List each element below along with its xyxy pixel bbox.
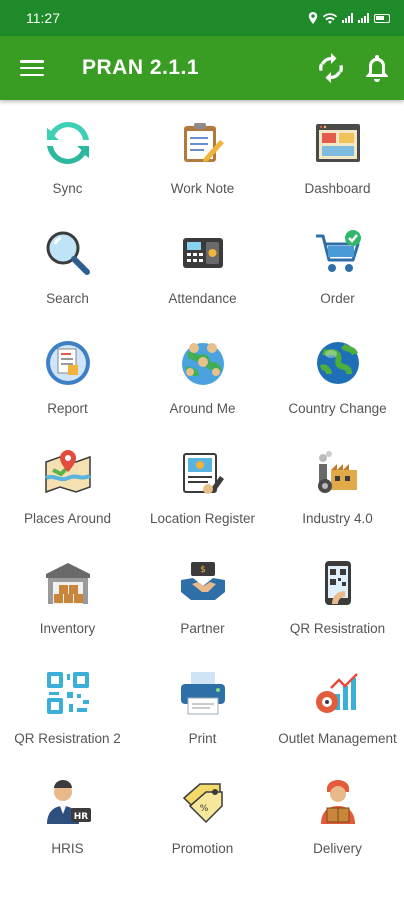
- hamburger-menu-icon[interactable]: [20, 58, 44, 78]
- svg-text:HR: HR: [73, 812, 88, 822]
- tile-label: Dashboard: [304, 181, 371, 196]
- hris-person-icon: HR: [43, 778, 93, 828]
- tile-label: Location Register: [149, 511, 256, 526]
- tile-search[interactable]: Search: [0, 218, 135, 328]
- report-icon: [43, 338, 93, 388]
- tile-inventory[interactable]: Inventory: [0, 548, 135, 658]
- app-bar: PRAN 2.1.1: [0, 36, 404, 100]
- printer-icon: [178, 668, 228, 718]
- tile-label: Work Note: [170, 181, 235, 196]
- sync-icon: [43, 118, 93, 168]
- tile-label: Search: [46, 291, 89, 306]
- tile-partner[interactable]: $ Partner: [135, 548, 270, 658]
- location-icon: [308, 12, 318, 24]
- tile-report[interactable]: Report: [0, 328, 135, 438]
- signal-icon: [342, 13, 353, 23]
- tile-label: HRIS: [51, 841, 84, 856]
- outlet-management-icon: [313, 668, 363, 718]
- status-bar: 11:27: [0, 0, 404, 36]
- tile-qr-registration-2[interactable]: QR Resistration 2: [0, 658, 135, 768]
- promotion-tag-icon: %: [178, 778, 228, 828]
- status-time: 11:27: [26, 10, 60, 26]
- qr-phone-icon: [313, 558, 363, 608]
- tile-hris[interactable]: HR HRIS: [0, 768, 135, 878]
- tile-location-register[interactable]: Location Register: [135, 438, 270, 548]
- tile-label: QR Resistration: [289, 621, 386, 636]
- qr-code-icon: [43, 668, 93, 718]
- tile-label: Report: [47, 401, 88, 416]
- search-icon: [43, 228, 93, 278]
- partner-handshake-icon: $: [178, 558, 228, 608]
- tile-places-around[interactable]: Places Around: [0, 438, 135, 548]
- status-icons: [308, 12, 390, 24]
- bell-icon: [366, 55, 388, 82]
- tile-label: Delivery: [313, 841, 362, 856]
- tile-print[interactable]: Print: [135, 658, 270, 768]
- tile-label: QR Resistration 2: [14, 731, 121, 746]
- map-pin-icon: [43, 448, 93, 498]
- tile-country-change[interactable]: Country Change: [270, 328, 404, 438]
- around-me-globe-icon: [178, 338, 228, 388]
- svg-text:$: $: [200, 565, 206, 575]
- dashboard-icon: [313, 118, 363, 168]
- tile-qr-registration[interactable]: QR Resistration: [270, 548, 404, 658]
- work-note-icon: [178, 118, 228, 168]
- tile-label: Order: [320, 291, 355, 306]
- wifi-icon: [323, 12, 337, 24]
- tile-around-me[interactable]: Around Me: [135, 328, 270, 438]
- svg-text:%: %: [199, 804, 208, 814]
- tile-outlet-management[interactable]: Outlet Management: [270, 658, 404, 768]
- tile-label: Sync: [52, 181, 83, 196]
- tile-label: Promotion: [171, 841, 234, 856]
- app-title: PRAN 2.1.1: [82, 56, 200, 79]
- tile-label: Around Me: [169, 401, 236, 416]
- tile-label: Places Around: [23, 511, 112, 526]
- signal-2-icon: [358, 13, 369, 23]
- tile-industry[interactable]: Industry 4.0: [270, 438, 404, 548]
- tile-label: Print: [188, 731, 217, 746]
- tile-label: Attendance: [168, 291, 237, 306]
- feature-grid: Sync Work Note Dashboard Search Attendan…: [0, 108, 404, 878]
- tile-delivery[interactable]: Delivery: [270, 768, 404, 878]
- tile-order[interactable]: Order: [270, 218, 404, 328]
- industry-icon: [313, 448, 363, 498]
- tile-label: Inventory: [39, 621, 96, 636]
- tile-attendance[interactable]: Attendance: [135, 218, 270, 328]
- country-globe-icon: [313, 338, 363, 388]
- order-cart-icon: [313, 228, 363, 278]
- tile-work-note[interactable]: Work Note: [135, 108, 270, 218]
- tile-label: Industry 4.0: [302, 511, 373, 526]
- battery-icon: [374, 13, 390, 23]
- tile-dashboard[interactable]: Dashboard: [270, 108, 404, 218]
- tile-sync[interactable]: Sync: [0, 108, 135, 218]
- location-register-icon: [178, 448, 228, 498]
- delivery-person-icon: [313, 778, 363, 828]
- attendance-icon: [178, 228, 228, 278]
- refresh-icon: [319, 53, 343, 83]
- tile-label: Country Change: [288, 401, 387, 416]
- notification-button[interactable]: [362, 53, 392, 83]
- sync-button[interactable]: [316, 53, 346, 83]
- tile-label: Outlet Management: [278, 731, 397, 746]
- tile-label: Partner: [180, 621, 225, 636]
- inventory-warehouse-icon: [43, 558, 93, 608]
- tile-promotion[interactable]: % Promotion: [135, 768, 270, 878]
